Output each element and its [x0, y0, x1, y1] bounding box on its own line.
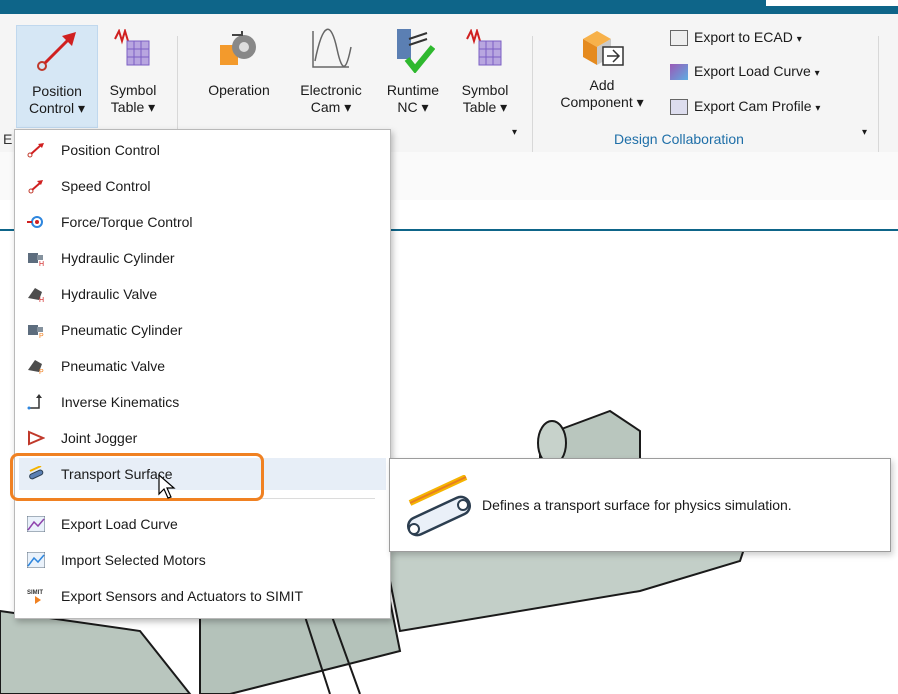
export-cam-profile-label: Export Cam Profile: [694, 98, 812, 114]
position-control-label-2: Control ▾: [28, 100, 86, 116]
menu-item-label: Hydraulic Valve: [61, 286, 158, 302]
runtime-nc-icon: [397, 29, 435, 73]
menu-item-force-torque-control[interactable]: Force/Torque Control: [19, 206, 386, 238]
menu-item-label: Import Selected Motors: [61, 552, 206, 568]
inverse-kinematics-icon: [27, 394, 42, 410]
svg-text:P: P: [39, 369, 44, 374]
pneumatic-valve-icon: P: [28, 360, 44, 374]
export-ecad-label: Export to ECAD: [694, 29, 793, 45]
add-component-label-1: Add: [589, 77, 615, 93]
menu-item-label: Speed Control: [61, 178, 151, 194]
add-component-button[interactable]: Add Component ▾: [546, 25, 658, 126]
mouse-cursor-icon: [158, 474, 176, 499]
operation-label: Operation: [208, 82, 270, 98]
menu-item-import-selected-motors[interactable]: Import Selected Motors: [19, 544, 386, 576]
export-load-curve-icon: [670, 64, 688, 81]
simit-badge-text: SIMIT: [27, 590, 43, 596]
menu-item-label: Position Control: [61, 142, 160, 158]
export-ecad-button[interactable]: Export to ECAD ▾: [670, 25, 802, 49]
position-control-icon: [37, 32, 76, 71]
group-label-design-collaboration: Design Collaboration: [614, 131, 744, 147]
symbol-table-2-label-1: Symbol: [461, 82, 509, 98]
menu-item-inverse-kinematics[interactable]: Inverse Kinematics: [19, 386, 386, 418]
transport-surface-tooltip: Defines a transport surface for physics …: [389, 458, 891, 552]
menu-item-label: Joint Jogger: [61, 430, 138, 446]
transport-surface-icon: [406, 475, 472, 537]
menu-item-label: Pneumatic Cylinder: [61, 322, 183, 338]
speed-control-icon: [28, 180, 43, 194]
highlight-outline: [10, 453, 264, 501]
menu-item-speed-control[interactable]: Speed Control: [19, 170, 386, 202]
simit-icon: SIMIT: [27, 590, 43, 604]
symbol-table-icon: [114, 29, 150, 66]
hydraulic-cylinder-icon: H: [28, 253, 44, 266]
tooltip-text: Defines a transport surface for physics …: [482, 497, 792, 513]
export-cam-profile-icon: [670, 99, 688, 116]
menu-item-pneumatic-cylinder[interactable]: P Pneumatic Cylinder: [19, 314, 386, 346]
svg-text:P: P: [39, 333, 44, 338]
menu-item-joint-jogger[interactable]: Joint Jogger: [19, 422, 386, 454]
ribbon-separator: [878, 36, 879, 156]
menu-item-label: Export Load Curve: [61, 516, 178, 532]
menu-item-label: Hydraulic Cylinder: [61, 250, 175, 266]
menu-item-export-sensors-simit[interactable]: SIMIT Export Sensors and Actuators to SI…: [19, 580, 386, 612]
menu-item-label: Pneumatic Valve: [61, 358, 166, 374]
menu-item-label: Inverse Kinematics: [61, 394, 180, 410]
title-bar-gap: [766, 0, 898, 6]
electronic-cam-label-1: Electronic: [300, 82, 362, 98]
add-component-label-2: Component ▾: [560, 94, 644, 110]
export-load-curve-label: Export Load Curve: [694, 63, 811, 79]
load-curve-icon: [27, 516, 45, 532]
position-control-label-1: Position: [32, 83, 82, 99]
export-load-curve-button[interactable]: Export Load Curve ▾: [670, 59, 820, 83]
export-cam-profile-dropdown-arrow[interactable]: ▾: [815, 103, 820, 114]
export-load-curve-dropdown-arrow[interactable]: ▾: [815, 68, 820, 79]
menu-item-label: Force/Torque Control: [61, 214, 193, 230]
symbol-table-2-label-2: Table ▾: [462, 99, 508, 115]
export-ecad-icon: [670, 30, 688, 47]
joint-jogger-icon: [28, 430, 45, 446]
title-bar-strip: [0, 0, 898, 14]
import-motors-icon: [27, 552, 45, 568]
export-cam-profile-button[interactable]: Export Cam Profile ▾: [670, 94, 820, 118]
symbol-table-2-button[interactable]: Symbol Table ▾: [452, 25, 518, 126]
menu-item-pneumatic-valve[interactable]: P Pneumatic Valve: [19, 350, 386, 382]
operation-icon: [220, 31, 256, 65]
ribbon-separator: [532, 36, 533, 156]
menu-item-hydraulic-valve[interactable]: H Hydraulic Valve: [19, 278, 386, 310]
group-launcher-arrow[interactable]: ▾: [512, 127, 517, 138]
runtime-nc-button[interactable]: Runtime NC ▾: [378, 25, 448, 126]
symbol-table-label-2: Table ▾: [110, 99, 156, 115]
pneumatic-cylinder-icon: P: [28, 325, 44, 338]
position-control-button[interactable]: Position Control ▾: [16, 25, 98, 128]
hydraulic-valve-icon: H: [28, 288, 44, 302]
symbol-table-button[interactable]: Symbol Table ▾: [98, 25, 168, 126]
position-control-dropdown-menu: Position Control Speed Control Force/Tor…: [14, 129, 391, 619]
operation-button[interactable]: Operation: [196, 25, 282, 126]
force-torque-icon: [27, 216, 43, 228]
export-ecad-dropdown-arrow[interactable]: ▾: [797, 34, 802, 45]
group-launcher-arrow-right[interactable]: ▾: [862, 127, 867, 138]
group-label-left: E: [3, 131, 13, 147]
add-component-icon: [583, 31, 624, 66]
svg-text:H: H: [39, 261, 44, 266]
menu-item-position-control[interactable]: Position Control: [19, 134, 386, 166]
electronic-cam-button[interactable]: Electronic Cam ▾: [288, 25, 374, 126]
svg-text:H: H: [39, 297, 44, 302]
menu-item-export-load-curve[interactable]: Export Load Curve: [19, 508, 386, 540]
runtime-nc-label-1: Runtime: [386, 82, 440, 98]
position-control-icon: [27, 143, 44, 158]
electronic-cam-icon: [312, 28, 352, 68]
symbol-table-2-icon: [466, 29, 502, 66]
menu-item-hydraulic-cylinder[interactable]: H Hydraulic Cylinder: [19, 242, 386, 274]
electronic-cam-label-2: Cam ▾: [310, 99, 352, 115]
symbol-table-label-1: Symbol: [109, 82, 157, 98]
runtime-nc-label-2: NC ▾: [397, 99, 429, 115]
menu-item-label: Export Sensors and Actuators to SIMIT: [61, 588, 303, 604]
